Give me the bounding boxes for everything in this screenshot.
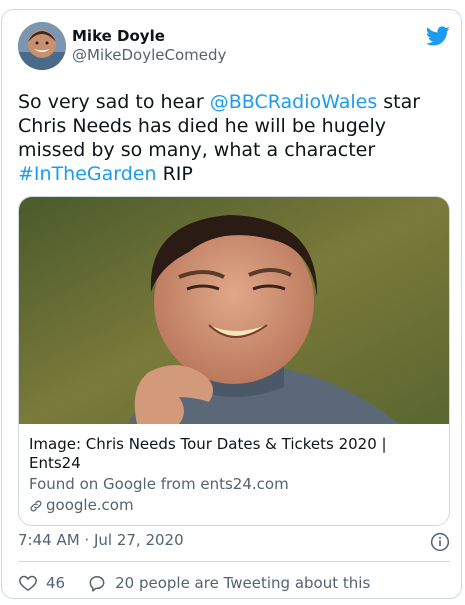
media-title[interactable]: Image: Chris Needs Tour Dates & Tickets …: [29, 435, 439, 473]
like-button[interactable]: 46: [18, 573, 65, 593]
media-source: Found on Google from ents24.com: [29, 475, 289, 493]
tweet-card: Mike Doyle @MikeDoyleComedy So very sad …: [1, 9, 462, 599]
speech-bubble-icon: [89, 576, 105, 592]
tweet-text-part: RIP: [156, 163, 193, 185]
media-info: Image: Chris Needs Tour Dates & Tickets …: [29, 435, 439, 515]
heart-icon: [19, 575, 37, 591]
tweet-text-part: So very sad to hear: [18, 91, 210, 113]
media-image[interactable]: [19, 197, 450, 424]
action-bar: 46 20 people are Tweeting about this: [18, 572, 370, 594]
author-handle[interactable]: @MikeDoyleComedy: [72, 46, 226, 64]
twitter-bird-icon[interactable]: [426, 24, 450, 48]
link-icon: [30, 500, 42, 511]
info-icon[interactable]: [430, 532, 450, 552]
tweeting-about-text: 20 people are Tweeting about this: [115, 574, 371, 592]
like-count: 46: [46, 574, 66, 592]
tweet-text: So very sad to hear @BBCRadioWales star …: [18, 90, 438, 186]
avatar[interactable]: [18, 22, 66, 70]
media-card[interactable]: Image: Chris Needs Tour Dates & Tickets …: [18, 196, 450, 526]
timestamp[interactable]: 7:44 AM · Jul 27, 2020: [18, 530, 184, 550]
avatar-image: [18, 22, 66, 70]
divider: [18, 561, 450, 562]
hashtag-link[interactable]: #InTheGarden: [18, 163, 157, 185]
author-name[interactable]: Mike Doyle: [72, 27, 165, 45]
mention-link[interactable]: @BBCRadioWales: [210, 91, 377, 113]
media-domain: google.com: [46, 496, 134, 514]
tweeting-about-link[interactable]: 20 people are Tweeting about this: [87, 573, 370, 593]
media-domain-row: google.com: [29, 496, 439, 515]
